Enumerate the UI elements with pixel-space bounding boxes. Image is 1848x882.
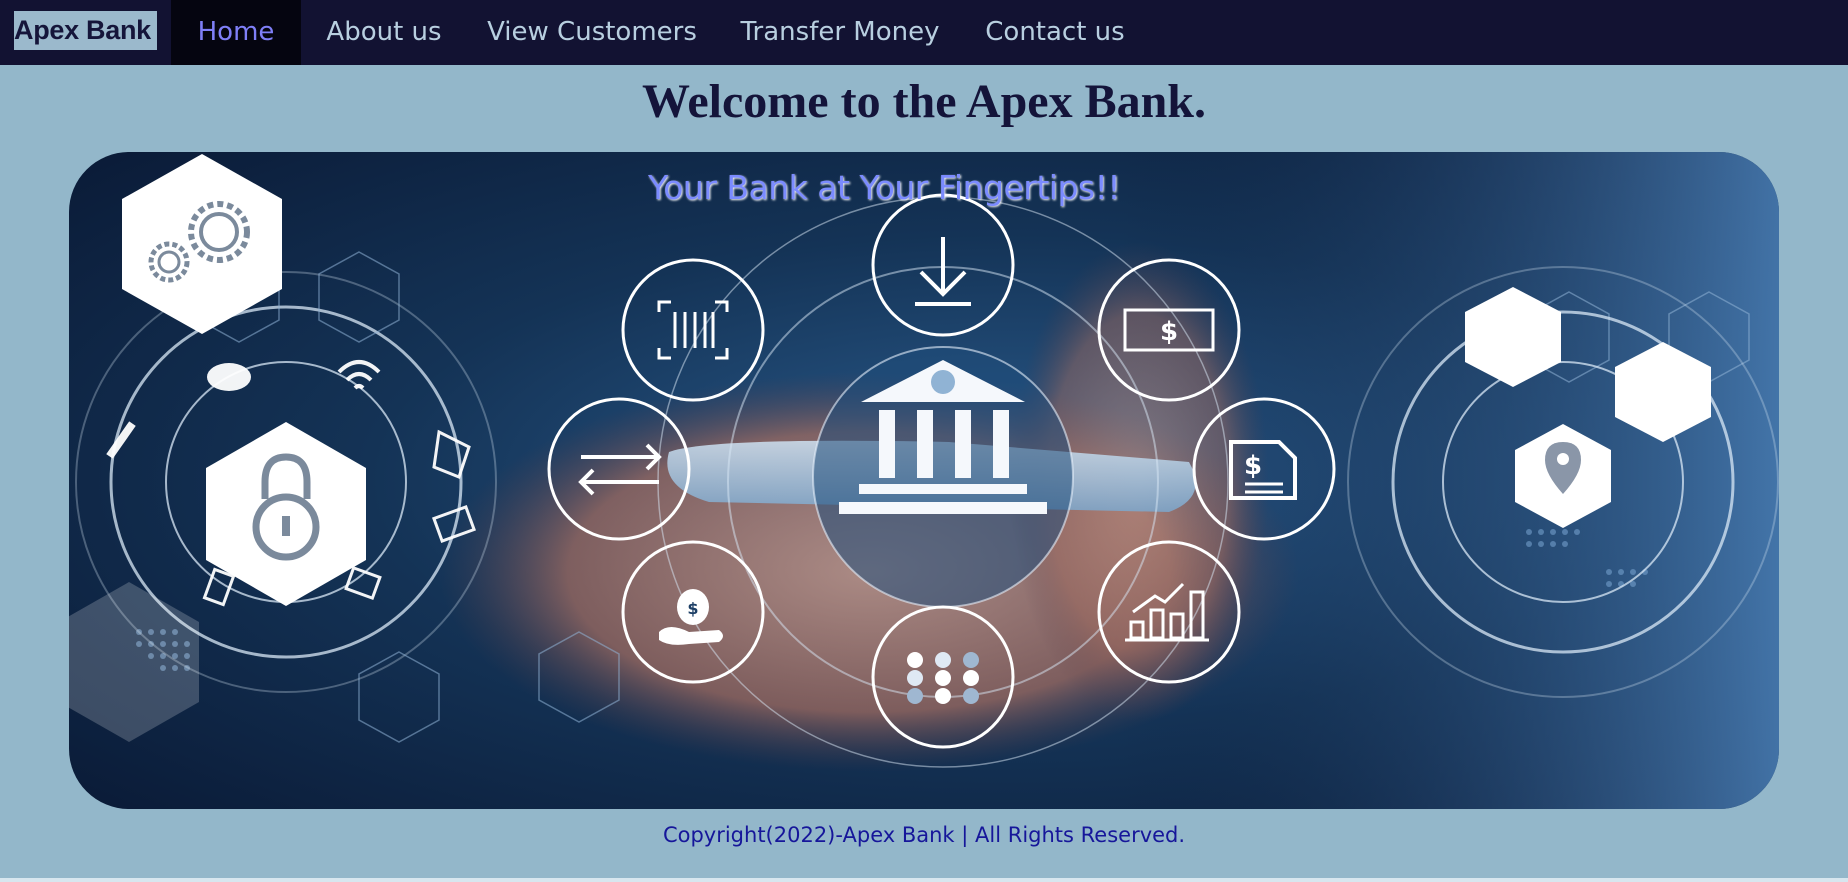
hero-tagline: Your Bank at Your Fingertips!!: [647, 168, 1121, 207]
svg-text:$: $: [1160, 317, 1178, 347]
cloud-icon: [207, 363, 251, 391]
navbar: Apex Bank Home About us View Customers T…: [0, 0, 1848, 65]
footer-copyright: Copyright(2022)-Apex Bank | All Rights R…: [662, 823, 1186, 847]
svg-text:$: $: [1244, 451, 1262, 481]
nav-view-customers[interactable]: View Customers: [475, 0, 709, 65]
svg-text:$: $: [687, 599, 698, 618]
hero-banner: $ $ $: [69, 152, 1779, 809]
page-bottom-divider: [0, 878, 1848, 882]
keypad-icon: [907, 652, 979, 704]
hero-illustration: $ $ $: [69, 152, 1779, 809]
nav-about-us[interactable]: About us: [311, 0, 457, 65]
nav-transfer-money[interactable]: Transfer Money: [727, 0, 953, 65]
brand-logo[interactable]: Apex Bank: [14, 11, 157, 50]
nav-home[interactable]: Home: [171, 0, 301, 65]
page-title: Welcome to the Apex Bank.: [642, 75, 1206, 128]
nav-contact-us[interactable]: Contact us: [974, 0, 1136, 65]
